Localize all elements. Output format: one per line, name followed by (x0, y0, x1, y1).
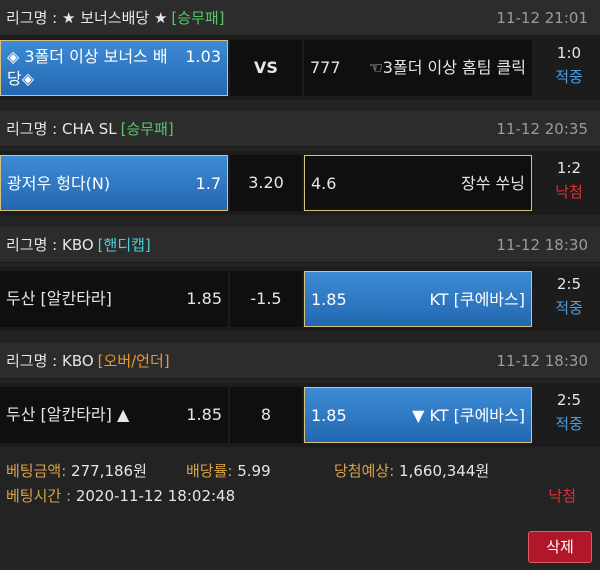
match-datetime: 11-12 18:30 (496, 352, 588, 370)
league-name: 리그명 : KBO [오버/언더] (6, 352, 170, 370)
home-selection[interactable]: 두산 [알칸타라] 1.85 (0, 271, 228, 327)
league-name: 리그명 : ★ 보너스배당 ★ [승무패] (6, 9, 225, 27)
final-score: 1:0 (556, 44, 582, 62)
result-badge: 적중 (555, 299, 583, 317)
league-header: 리그명 : KBO [핸디캡] 11-12 18:30 (0, 227, 600, 263)
away-odds: 777 (310, 58, 341, 77)
odds-value: 5.99 (237, 462, 271, 480)
bet-type-label: [승무패] (171, 9, 225, 27)
bet-time-value: 2020-11-12 18:02:48 (75, 487, 236, 505)
home-team-name: 광저우 헝다(N) (7, 174, 111, 193)
bet-amount-value: 277,186원 (71, 462, 147, 480)
home-team-name: 두산 [알칸타라] ▲ (6, 405, 130, 424)
bet-summary: 베팅금액: 277,186원 배당률: 5.99 당첨예상: 1,660,344… (0, 452, 600, 570)
bet-amount: 베팅금액: 277,186원 (6, 460, 147, 481)
match-row: 광저우 헝다(N) 1.7 3.20 4.6 장쑤 쑤닝 1:2 낙첨 (0, 151, 600, 215)
home-odds: 1.03 (185, 47, 221, 66)
away-selection[interactable]: 777 ☜3폴더 이상 홈팀 클릭 (304, 40, 532, 96)
match-datetime: 11-12 21:01 (496, 9, 588, 27)
home-selection[interactable]: ◈ 3폴더 이상 보너스 배당◈ 1.03 (0, 40, 228, 96)
home-odds: 1.7 (195, 174, 221, 193)
result-badge: 적중 (555, 68, 583, 86)
draw-vs-cell: VS (230, 40, 302, 96)
match-datetime: 11-12 18:30 (496, 236, 588, 254)
bet-type-label: [핸디캡] (97, 236, 151, 254)
away-selection[interactable]: 1.85 KT [쿠에바스] (304, 271, 532, 327)
home-odds: 1.85 (186, 405, 222, 424)
home-selection[interactable]: 광저우 헝다(N) 1.7 (0, 155, 228, 211)
away-team-name: KT [쿠에바스] (429, 290, 525, 309)
away-team-name: ☜3폴더 이상 홈팀 클릭 (368, 58, 526, 77)
match-row: 두산 [알칸타라] ▲ 1.85 8 1.85 ▼ KT [쿠에바스] 2:5 … (0, 383, 600, 447)
away-team-name: 장쑤 쑤닝 (461, 174, 525, 193)
total-odds: 배당률: 5.99 (186, 460, 271, 481)
bet-type-label: [오버/언더] (97, 352, 170, 370)
bet-type-label: [승무패] (120, 120, 174, 138)
odds-label: 배당률: (186, 462, 233, 480)
league-header: 리그명 : KBO [오버/언더] 11-12 18:30 (0, 343, 600, 379)
expected-win-label: 당첨예상: (334, 462, 395, 480)
draw-odds-cell[interactable]: 3.20 (230, 155, 302, 211)
final-score: 1:2 (556, 159, 582, 177)
under-selection[interactable]: 1.85 ▼ KT [쿠에바스] (304, 387, 532, 443)
bet-time: 베팅시간 : 2020-11-12 18:02:48 (6, 485, 235, 506)
score-result: 1:0 적중 (538, 36, 600, 100)
expected-win: 당첨예상: 1,660,344원 (334, 460, 489, 481)
away-selection[interactable]: 4.6 장쑤 쑤닝 (304, 155, 532, 211)
away-odds: 1.85 (311, 406, 347, 425)
score-result: 2:5 적중 (538, 267, 600, 331)
home-odds: 1.85 (186, 289, 222, 308)
bet-amount-label: 베팅금액: (6, 462, 67, 480)
home-team-name: 두산 [알칸타라] (6, 289, 112, 308)
match-row: 두산 [알칸타라] 1.85 -1.5 1.85 KT [쿠에바스] 2:5 적… (0, 267, 600, 331)
away-team-name: ▼ KT [쿠에바스] (412, 406, 525, 425)
away-odds: 4.6 (311, 174, 337, 193)
result-badge: 적중 (555, 415, 583, 433)
away-odds: 1.85 (311, 290, 347, 309)
final-score: 2:5 (556, 275, 582, 293)
score-result: 2:5 적중 (538, 383, 600, 447)
overall-result-badge: 낙첨 (548, 487, 576, 505)
match-row: ◈ 3폴더 이상 보너스 배당◈ 1.03 VS 777 ☜3폴더 이상 홈팀 … (0, 36, 600, 100)
league-header: 리그명 : ★ 보너스배당 ★ [승무패] 11-12 21:01 (0, 0, 600, 36)
final-score: 2:5 (556, 391, 582, 409)
league-name: 리그명 : CHA SL [승무패] (6, 120, 174, 138)
score-result: 1:2 낙첨 (538, 151, 600, 215)
expected-win-value: 1,660,344원 (399, 462, 490, 480)
bet-time-label: 베팅시간 : (6, 487, 72, 505)
home-team-name: ◈ 3폴더 이상 보너스 배당◈ (7, 47, 168, 88)
league-header: 리그명 : CHA SL [승무패] 11-12 20:35 (0, 111, 600, 147)
total-line-cell: 8 (230, 387, 302, 443)
result-badge: 낙첨 (555, 183, 583, 201)
league-name: 리그명 : KBO [핸디캡] (6, 236, 151, 254)
match-datetime: 11-12 20:35 (496, 120, 588, 138)
over-selection[interactable]: 두산 [알칸타라] ▲ 1.85 (0, 387, 228, 443)
handicap-cell: -1.5 (230, 271, 302, 327)
delete-button[interactable]: 삭제 (528, 531, 592, 563)
